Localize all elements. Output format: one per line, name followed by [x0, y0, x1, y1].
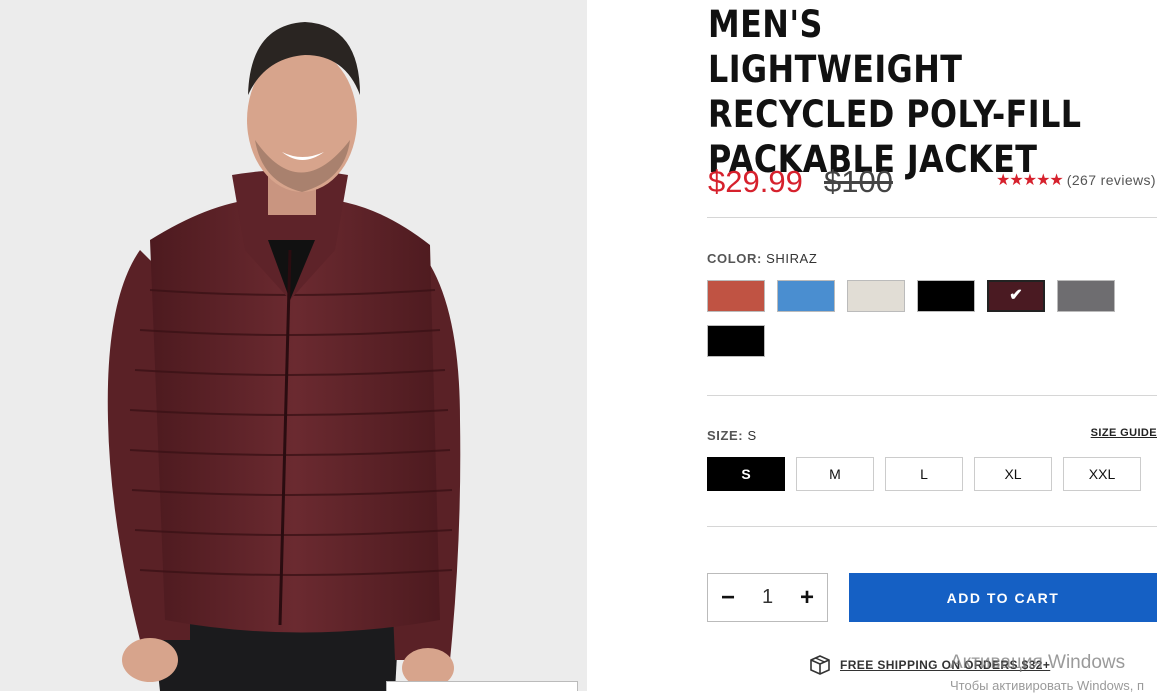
watermark-title: Активация Windows [950, 652, 1126, 673]
watermark-subtitle: Чтобы активировать Windows, п [950, 678, 1145, 693]
checkmark-icon: ✔ [1009, 287, 1023, 304]
color-swatch-black-2[interactable] [707, 325, 765, 357]
quantity-stepper: − + [707, 573, 828, 622]
windows-activation-watermark: Активация Windows Чтобы активировать Win… [950, 652, 1144, 696]
sale-price: $29.99 [708, 164, 803, 199]
product-title: MEN'S LIGHTWEIGHT RECYCLED POLY-FILL PAC… [708, 3, 1082, 181]
review-count-link[interactable]: (267 reviews) [1067, 172, 1156, 188]
color-swatch-blue[interactable] [777, 280, 835, 312]
size-option-m[interactable]: M [796, 457, 874, 491]
selected-color-name: SHIRAZ [766, 251, 818, 266]
size-option-xxl[interactable]: XXL [1063, 457, 1141, 491]
divider [707, 526, 1157, 527]
original-price: $100 [824, 164, 893, 199]
size-label: SIZE: S [707, 428, 757, 443]
star-rating-icon: ★★★★★ [996, 172, 1064, 189]
color-swatch-black[interactable] [917, 280, 975, 312]
size-label-prefix: SIZE: [707, 428, 744, 443]
color-swatch-cream[interactable] [847, 280, 905, 312]
color-swatch-gray[interactable] [1057, 280, 1115, 312]
color-label: COLOR: SHIRAZ [707, 251, 817, 266]
color-swatch-rust[interactable] [707, 280, 765, 312]
model-in-jacket-illustration [107, 22, 461, 691]
selected-size-name: S [747, 428, 757, 443]
size-guide-link[interactable]: SIZE GUIDE [1091, 427, 1157, 439]
color-swatch-shiraz[interactable]: ✔ [987, 280, 1045, 312]
size-option-s[interactable]: S [707, 457, 785, 491]
size-option-l[interactable]: L [885, 457, 963, 491]
divider [707, 217, 1157, 218]
color-label-prefix: COLOR: [707, 251, 762, 266]
thumbnail-edge[interactable] [386, 681, 578, 691]
increase-quantity-button[interactable]: + [787, 574, 827, 621]
decrease-quantity-button[interactable]: − [708, 574, 748, 621]
divider [707, 395, 1157, 396]
quantity-input[interactable] [748, 586, 787, 609]
product-rating[interactable]: ★★★★★ (267 reviews) [996, 170, 1156, 190]
box-icon [810, 655, 830, 675]
add-to-cart-button[interactable]: ADD TO CART [849, 573, 1157, 622]
size-option-xl[interactable]: XL [974, 457, 1052, 491]
product-image[interactable] [0, 0, 587, 691]
